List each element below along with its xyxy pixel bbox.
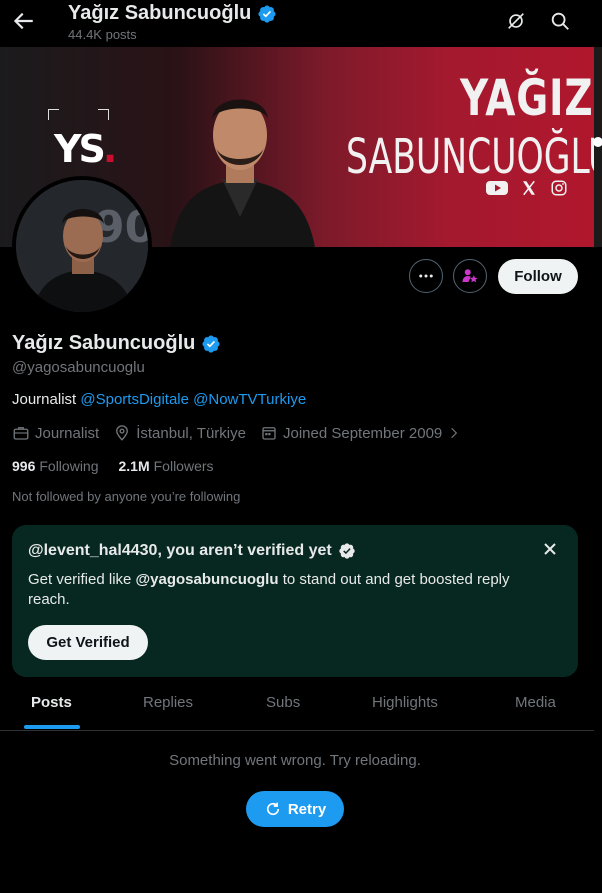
avatar[interactable]: 90 <box>12 176 152 316</box>
more-options-button[interactable] <box>409 259 443 293</box>
banner-person-photo <box>170 99 315 247</box>
follow-button[interactable]: Follow <box>498 259 578 294</box>
scrollbar-thumb[interactable] <box>593 137 602 147</box>
posts-count: 44.4K posts <box>68 27 137 42</box>
verify-card-description: Get verified like @yagosabuncuoglu to st… <box>28 570 538 610</box>
tab-replies[interactable]: Replies <box>143 694 193 711</box>
category-text: Journalist <box>35 424 100 442</box>
verification-prompt-card: @levent_hal4430, you aren’t verified yet… <box>12 525 578 677</box>
retry-button[interactable]: Retry <box>246 791 344 827</box>
profile-meta: Journalist İstanbul, Türkiye Joined Sept… <box>12 424 475 442</box>
banner-logo: YS. <box>54 127 117 171</box>
grok-icon[interactable] <box>505 10 527 32</box>
profile-display-name: Yağız Sabuncuoğlu <box>12 332 221 355</box>
meta-location: İstanbul, Türkiye <box>113 424 246 442</box>
banner-logo-text: YS <box>54 127 106 171</box>
not-followed-notice: Not followed by anyone you’re following <box>12 489 241 504</box>
header-title-text: Yağız Sabuncuoğlu <box>68 2 252 24</box>
chevron-right-icon <box>451 427 458 439</box>
svg-text:90: 90 <box>94 202 148 253</box>
feed-error-message: Something went wrong. Try reloading. <box>169 752 421 769</box>
instagram-icon <box>551 180 567 196</box>
display-name-text: Yağız Sabuncuoğlu <box>12 332 196 354</box>
avatar-person-image: 90 <box>16 180 148 312</box>
location-text: İstanbul, Türkiye <box>136 424 246 442</box>
followers-link[interactable]: 2.1M Followers <box>119 458 214 474</box>
close-icon[interactable] <box>542 541 558 557</box>
retry-label: Retry <box>287 800 327 818</box>
bio-link-sportsdigitale[interactable]: @SportsDigitale <box>80 391 189 408</box>
verify-card-title-text: @levent_hal4430, you aren’t verified yet <box>28 542 332 559</box>
refresh-icon <box>266 802 279 816</box>
verified-badge-icon[interactable] <box>257 4 277 24</box>
tab-subs[interactable]: Subs <box>266 694 300 711</box>
avatar-photo: 90 <box>16 180 148 312</box>
follow-stats: 996 Following 2.1M Followers <box>12 458 214 474</box>
back-arrow-icon[interactable] <box>10 8 36 34</box>
verify-text-prefix: Get verified like <box>28 571 132 588</box>
active-tab-indicator <box>24 725 80 729</box>
bio-link-nowtvturkiye[interactable]: @NowTVTurkiye <box>193 391 306 408</box>
tab-highlights[interactable]: Highlights <box>372 694 438 711</box>
followers-label: Followers <box>153 458 214 474</box>
x-icon <box>523 180 535 196</box>
joined-text: Joined September 2009 <box>282 424 443 442</box>
following-count: 996 <box>12 458 36 474</box>
banner-frame-corner <box>48 109 59 120</box>
profile-bio: Journalist @SportsDigitale @NowTVTurkiye <box>12 391 306 408</box>
subscribe-star-icon <box>462 269 478 283</box>
profile-tabs: Posts Replies Subs Highlights Media <box>0 680 594 731</box>
profile-handle: @yagosabuncuoglu <box>12 359 145 376</box>
tab-posts[interactable]: Posts <box>31 694 72 711</box>
tab-media[interactable]: Media <box>515 694 556 711</box>
search-icon[interactable] <box>549 10 571 32</box>
location-pin-icon <box>116 425 129 441</box>
followers-count: 2.1M <box>118 458 150 474</box>
briefcase-icon <box>13 427 29 440</box>
banner-name-line1: YAĞIZ <box>460 69 594 127</box>
banner-frame-corner <box>98 109 109 120</box>
verified-check-icon <box>339 543 355 559</box>
verify-card-title: @levent_hal4430, you aren’t verified yet <box>28 542 356 560</box>
subscribe-button[interactable] <box>453 259 487 293</box>
header-title: Yağız Sabuncuoğlu <box>68 2 277 25</box>
get-verified-button[interactable]: Get Verified <box>28 625 148 660</box>
meta-joined[interactable]: Joined September 2009 <box>260 424 461 442</box>
meta-category: Journalist <box>12 424 99 442</box>
top-bar: Yağız Sabuncuoğlu 44.4K posts <box>0 0 602 47</box>
calendar-icon <box>262 427 276 440</box>
more-dots-icon <box>419 274 433 278</box>
verified-badge-icon[interactable] <box>201 334 221 354</box>
following-link[interactable]: 996 Following <box>12 458 99 474</box>
banner-social-icons <box>486 179 568 197</box>
banner-name-line2: SABUNCUOĞLU <box>346 129 594 185</box>
verify-text-handle: @yagosabuncuoglu <box>135 571 279 588</box>
bio-text: Journalist <box>12 391 77 408</box>
following-label: Following <box>39 458 99 474</box>
youtube-icon <box>486 181 508 195</box>
banner-scrollbar[interactable] <box>593 47 602 247</box>
